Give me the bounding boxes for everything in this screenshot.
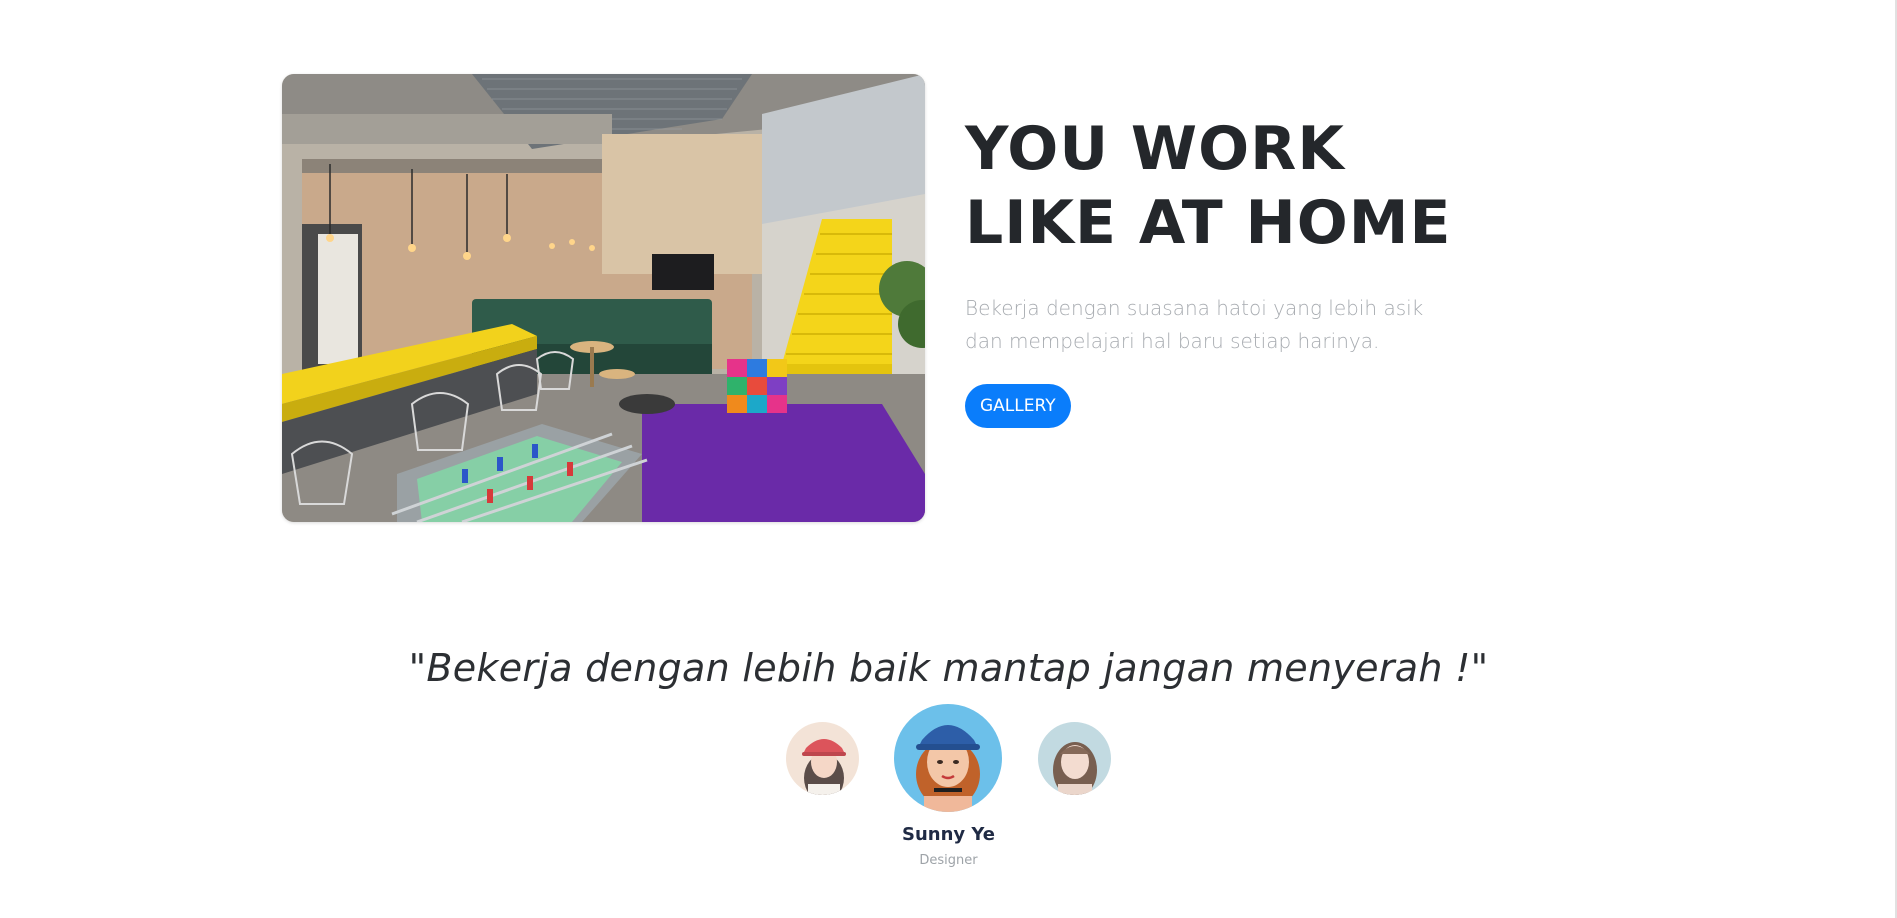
hero-text-block: YOU WORK LIKE AT HOME Bekerja dengan sua…	[965, 112, 1485, 428]
hero-title: YOU WORK LIKE AT HOME	[965, 114, 1452, 258]
avatar-left[interactable]	[786, 722, 859, 795]
testimonial-person-role: Designer	[919, 853, 978, 868]
avatar-center[interactable]	[894, 704, 1002, 812]
hero-description: Bekerja dengan suasana hatoi yang lebih …	[965, 296, 1424, 353]
hero-image	[282, 74, 925, 522]
avatar-right[interactable]	[1038, 722, 1111, 795]
page: YOU WORK LIKE AT HOME Bekerja dengan sua…	[0, 0, 1897, 918]
testimonial-person-name: Sunny Ye	[902, 824, 995, 845]
testimonial-quote: "Bekerja dengan lebih baik mantap jangan…	[408, 646, 1489, 690]
gallery-button[interactable]: GALLERY	[965, 384, 1071, 428]
avatar-carousel	[0, 704, 1897, 814]
